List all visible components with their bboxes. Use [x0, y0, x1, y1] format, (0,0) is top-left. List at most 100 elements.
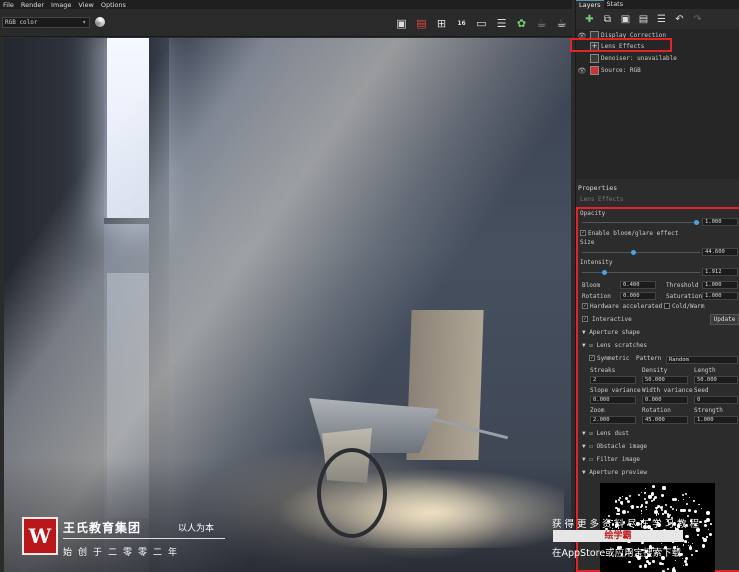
pattern-select[interactable]: Random: [666, 356, 738, 364]
preview-speck: [684, 556, 688, 561]
layer-denoiser[interactable]: Denoiser: unavailable: [576, 53, 739, 64]
save-icon[interactable]: ▣: [394, 16, 409, 30]
teapot-outline-icon[interactable]: ☕: [554, 16, 569, 30]
update-button[interactable]: Update: [710, 314, 739, 325]
preview-speck: [652, 485, 656, 489]
width-variance-label: Width variance: [642, 387, 693, 394]
obstacle-image-section[interactable]: ▼ ☐ Obstacle image: [578, 442, 738, 452]
eye-icon[interactable]: 👁: [576, 67, 588, 75]
zoom-label: Zoom: [590, 407, 605, 414]
menu-file[interactable]: File: [3, 1, 14, 9]
hw-accel-checkbox[interactable]: ✓: [582, 303, 588, 309]
saturation-value[interactable]: 1.000: [702, 292, 738, 300]
menu-render[interactable]: Render: [21, 1, 44, 9]
aperture-shape-section[interactable]: ▼ Aperture shape: [578, 328, 738, 338]
preview-speck: [682, 565, 684, 567]
teapot-icon[interactable]: ☕: [534, 16, 549, 30]
preview-speck: [691, 542, 693, 544]
rotation-value[interactable]: 0.000: [620, 292, 656, 300]
preview-speck: [660, 493, 665, 497]
width-variance-value[interactable]: 0.000: [642, 396, 688, 404]
ad-banner: 绘学霸: [553, 530, 683, 542]
menu-options[interactable]: Options: [101, 1, 126, 9]
coldwarm-checkbox[interactable]: [664, 303, 670, 309]
preview-speck: [648, 494, 651, 498]
preview-speck: [652, 560, 655, 563]
undo-icon[interactable]: ↶: [672, 12, 687, 26]
rotation2-value[interactable]: 45.000: [642, 416, 688, 424]
preview-speck: [664, 503, 668, 507]
size-value[interactable]: 44.600: [702, 248, 738, 256]
density-value[interactable]: 50.000: [642, 376, 688, 384]
preview-speck: [620, 501, 623, 504]
add-layer-icon[interactable]: ✚: [582, 12, 597, 26]
save-as-icon[interactable]: ▤: [414, 16, 429, 30]
toggle-16bit-icon[interactable]: 16: [454, 16, 469, 30]
preview-speck: [640, 512, 643, 515]
layer-source[interactable]: 👁 Source: RGB: [576, 65, 739, 76]
zoom-value[interactable]: 2.000: [590, 416, 636, 424]
section-label: Aperture preview: [589, 469, 648, 476]
brand-logo-letter: W: [28, 524, 52, 548]
redo-icon[interactable]: ↷: [690, 12, 705, 26]
filter-image-section[interactable]: ▼ ☐ Filter image: [578, 455, 738, 465]
preview-speck: [639, 565, 643, 569]
preview-speck: [698, 503, 700, 506]
region-render-icon[interactable]: ⊞: [434, 16, 449, 30]
ad-line2: 在AppStore或应用宝搜索下载: [552, 548, 682, 559]
tab-layers[interactable]: Layers: [576, 0, 604, 9]
lens-dust-section[interactable]: ▼ ☑ Lens dust: [578, 429, 738, 439]
preview-speck: [677, 500, 679, 502]
render-wheel: [317, 448, 387, 538]
slope-variance-value[interactable]: 0.000: [590, 396, 636, 404]
load-layers-icon[interactable]: ▤: [636, 12, 651, 26]
bloom-value[interactable]: 0.400: [620, 281, 656, 289]
intensity-knob[interactable]: [602, 270, 607, 275]
intensity-slider[interactable]: [582, 272, 700, 273]
streaks-value[interactable]: 2: [590, 376, 636, 384]
threshold-value[interactable]: 1.000: [702, 281, 738, 289]
layer-list: 👁 Display Correction + Lens Effects Deno…: [570, 29, 739, 179]
history-icon[interactable]: ☰: [494, 16, 509, 30]
preview-speck: [641, 541, 644, 545]
opacity-label: Opacity: [580, 210, 606, 217]
channel-select[interactable]: RGB color ▾: [2, 17, 90, 28]
opacity-slider[interactable]: [582, 222, 700, 223]
aperture-preview-section[interactable]: ▼ Aperture preview: [578, 468, 738, 478]
interactive-checkbox[interactable]: ✓: [582, 316, 588, 322]
preview-speck: [615, 506, 618, 510]
preview-speck: [628, 561, 631, 564]
coldwarm-label: Cold/Warm: [672, 303, 705, 310]
strength-value[interactable]: 1.000: [694, 416, 738, 424]
save-layers-icon[interactable]: ▣: [618, 12, 633, 26]
section-label: Filter image: [596, 456, 640, 463]
preview-speck: [640, 510, 642, 512]
render-viewport[interactable]: [4, 38, 571, 572]
seed-value[interactable]: 0: [694, 396, 738, 404]
size-knob[interactable]: [631, 250, 636, 255]
opacity-knob[interactable]: [694, 220, 699, 225]
preview-speck: [696, 533, 699, 536]
preview-speck: [619, 497, 622, 499]
lens-effects-icon[interactable]: ✿: [514, 16, 529, 30]
length-value[interactable]: 50.000: [694, 376, 738, 384]
lens-scratches-section[interactable]: ▼ ☑ Lens scratches: [578, 341, 738, 351]
menu-image[interactable]: Image: [51, 1, 71, 9]
enable-bloom-checkbox[interactable]: ✓: [580, 230, 586, 236]
menu-view[interactable]: View: [78, 1, 93, 9]
opacity-value[interactable]: 1.000: [702, 218, 738, 226]
intensity-value[interactable]: 1.912: [702, 268, 738, 276]
preview-speck: [703, 519, 708, 524]
preview-speck: [660, 506, 663, 509]
list-icon[interactable]: ☰: [654, 12, 669, 26]
symmetric-checkbox[interactable]: ✓: [589, 355, 595, 361]
preview-speck: [653, 510, 658, 514]
color-wheel-icon[interactable]: [95, 17, 105, 27]
tab-stats[interactable]: Stats: [604, 0, 627, 9]
size-slider[interactable]: [582, 252, 700, 253]
display-icon[interactable]: ▭: [474, 16, 489, 30]
brand-subtitle: 始创于二零零二年: [63, 548, 184, 558]
duplicate-icon[interactable]: ⧉: [600, 12, 615, 26]
layer-label: Denoiser: unavailable: [601, 55, 677, 62]
enable-bloom-label: Enable bloom/glare effect: [588, 230, 679, 237]
